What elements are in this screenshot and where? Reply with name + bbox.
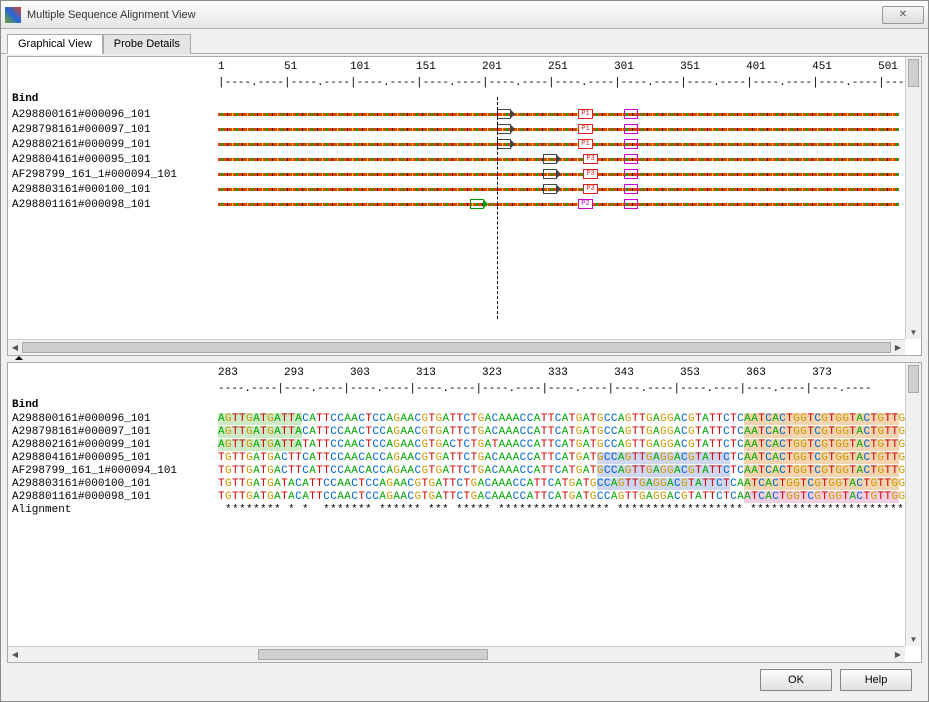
probe-marker[interactable]	[624, 184, 638, 194]
tab-probe-details[interactable]: Probe Details	[103, 34, 191, 54]
top-ruler: 1 51 101 151 201 251 301 351 401 451 501…	[8, 57, 905, 73]
sequence-panel: 283 293 303 313 323 333 343 353 363 373 …	[7, 362, 922, 663]
probe-marker[interactable]	[624, 109, 638, 119]
sequence-track: P1	[218, 141, 899, 148]
sequence-track: P1	[218, 111, 899, 118]
sequence-text: TGTTGATGACTTCATTCCAACACCAGAACGTGATTCTGAC…	[218, 465, 905, 478]
track-row[interactable]: A298798161#000097_101 P1	[8, 122, 905, 137]
alignment-text: ******** * * ******* ****** *** ***** **…	[218, 504, 905, 517]
bot-ruler-dash: ----.----|----.----|----.----|----.----|…	[8, 379, 905, 395]
probe-marker[interactable]	[497, 124, 511, 134]
sequence-label: A298801161#000098_101	[8, 199, 218, 211]
graphical-body[interactable]: 1 51 101 151 201 251 301 351 401 451 501…	[8, 57, 905, 339]
sequence-label: A298802161#000099_101	[8, 439, 218, 452]
sequence-label: A298803161#000100_101	[8, 478, 218, 491]
app-icon	[5, 7, 21, 23]
sequence-label: A298804161#000095_101	[8, 452, 218, 465]
sequence-track: P3	[218, 171, 899, 178]
titlebar: Multiple Sequence Alignment View ✕	[1, 1, 928, 29]
tab-graphical-view[interactable]: Graphical View	[7, 34, 103, 54]
sequence-label: A298798161#000097_101	[8, 426, 218, 439]
sequence-row[interactable]: AF298799_161_1#000094_101TGTTGATGACTTCAT…	[8, 465, 905, 478]
probe-marker[interactable]	[497, 109, 511, 119]
probe-marker[interactable]	[624, 169, 638, 179]
sequence-label: A298802161#000099_101	[8, 139, 218, 151]
sequence-label: AF298799_161_1#000094_101	[8, 465, 218, 478]
bot-scroll-h[interactable]: ◀ ▶	[8, 646, 905, 662]
track-row[interactable]: A298801161#000098_101 P2	[8, 197, 905, 212]
track-row[interactable]: A298800161#000096_101 P1	[8, 107, 905, 122]
probe-marker[interactable]: P1	[578, 124, 592, 134]
probe-marker[interactable]: P2	[578, 199, 592, 209]
sequence-body[interactable]: 283 293 303 313 323 333 343 353 363 373 …	[8, 363, 905, 646]
sequence-label: A298801161#000098_101	[8, 491, 218, 504]
alignment-row: Alignment ******** * * ******* ****** **…	[8, 504, 905, 517]
bind-header-bot: Bind	[8, 395, 905, 413]
sequence-row[interactable]: A298798161#000097_101AGTTGATGATTACATTCCA…	[8, 426, 905, 439]
sequence-label: A298803161#000100_101	[8, 184, 218, 196]
sequence-label: A298804161#000095_101	[8, 154, 218, 166]
probe-marker[interactable]	[543, 184, 557, 194]
app-window: Multiple Sequence Alignment View ✕ Graph…	[0, 0, 929, 702]
probe-marker[interactable]	[543, 169, 557, 179]
probe-marker[interactable]	[470, 199, 484, 209]
track-row[interactable]: AF298799_161_1#000094_101 P3	[8, 167, 905, 182]
alignment-label: Alignment	[8, 504, 218, 517]
sequence-text: TGTTGATGACTTCATTCCAACACCAGAACGTGATTCTGAC…	[218, 452, 905, 465]
help-button[interactable]: Help	[840, 669, 912, 691]
sequence-row[interactable]: A298800161#000096_101AGTTGATGATTACATTCCA…	[8, 413, 905, 426]
sequence-label: A298798161#000097_101	[8, 124, 218, 136]
sequence-text: AGTTGATGATTACATTCCAACTCCAGAACGTGATTCTGAC…	[218, 413, 905, 426]
sequence-track: P3	[218, 156, 899, 163]
probe-marker[interactable]: P3	[583, 184, 597, 194]
probe-marker[interactable]	[624, 199, 638, 209]
probe-marker[interactable]: P3	[583, 169, 597, 179]
sequence-row[interactable]: A298804161#000095_101TGTTGATGACTTCATTCCA…	[8, 452, 905, 465]
sequence-track: P1	[218, 126, 899, 133]
bind-header-top: Bind	[8, 89, 905, 107]
sequence-label: AF298799_161_1#000094_101	[8, 169, 218, 181]
position-cursor[interactable]	[497, 97, 498, 319]
top-scroll-h[interactable]: ◀ ▶	[8, 339, 905, 355]
probe-marker[interactable]	[624, 124, 638, 134]
sequence-track: P2	[218, 201, 899, 208]
bot-scroll-v[interactable]: ▲ ▼	[905, 363, 921, 646]
track-row[interactable]: A298803161#000100_101 P3	[8, 182, 905, 197]
probe-marker[interactable]: P1	[578, 139, 592, 149]
probe-marker[interactable]	[497, 139, 511, 149]
content-area: 1 51 101 151 201 251 301 351 401 451 501…	[1, 54, 928, 701]
window-title: Multiple Sequence Alignment View	[27, 9, 882, 21]
sequence-text: AGTTGATGATTACATTCCAACTCCAGAACGTGATTCTGAC…	[218, 426, 905, 439]
sequence-track: P3	[218, 186, 899, 193]
top-ruler-dash: |----.----|----.----|----.----|----.----…	[8, 73, 905, 89]
sequence-label: A298800161#000096_101	[8, 109, 218, 121]
sequence-text: TGTTGATGATACATTCCAACTCCAGAACGTGATTCTGACA…	[218, 478, 905, 491]
probe-marker[interactable]	[624, 139, 638, 149]
probe-marker[interactable]	[624, 154, 638, 164]
track-row[interactable]: A298804161#000095_101 P3	[8, 152, 905, 167]
graphical-panel: 1 51 101 151 201 251 301 351 401 451 501…	[7, 56, 922, 356]
dialog-buttons: OK Help	[7, 663, 922, 697]
sequence-text: TGTTGATGATACATTCCAACTCCAGAACGTGATTCTGACA…	[218, 491, 905, 504]
probe-marker[interactable]	[543, 154, 557, 164]
bot-ruler: 283 293 303 313 323 333 343 353 363 373	[8, 363, 905, 379]
close-button[interactable]: ✕	[882, 6, 924, 24]
probe-marker[interactable]: P1	[578, 109, 592, 119]
sequence-row[interactable]: A298801161#000098_101TGTTGATGATACATTCCAA…	[8, 491, 905, 504]
sequence-row[interactable]: A298802161#000099_101AGTTGATGATTATATTCCA…	[8, 439, 905, 452]
sequence-label: A298800161#000096_101	[8, 413, 218, 426]
ok-button[interactable]: OK	[760, 669, 832, 691]
top-scroll-v[interactable]: ▲ ▼	[905, 57, 921, 339]
sequence-row[interactable]: A298803161#000100_101TGTTGATGATACATTCCAA…	[8, 478, 905, 491]
track-row[interactable]: A298802161#000099_101 P1	[8, 137, 905, 152]
sequence-text: AGTTGATGATTATATTCCAACTCCAGAACGTGACTCTGAT…	[218, 439, 905, 452]
tab-bar: Graphical View Probe Details	[1, 29, 928, 54]
panel-splitter[interactable]	[7, 356, 922, 360]
probe-marker[interactable]: P3	[583, 154, 597, 164]
